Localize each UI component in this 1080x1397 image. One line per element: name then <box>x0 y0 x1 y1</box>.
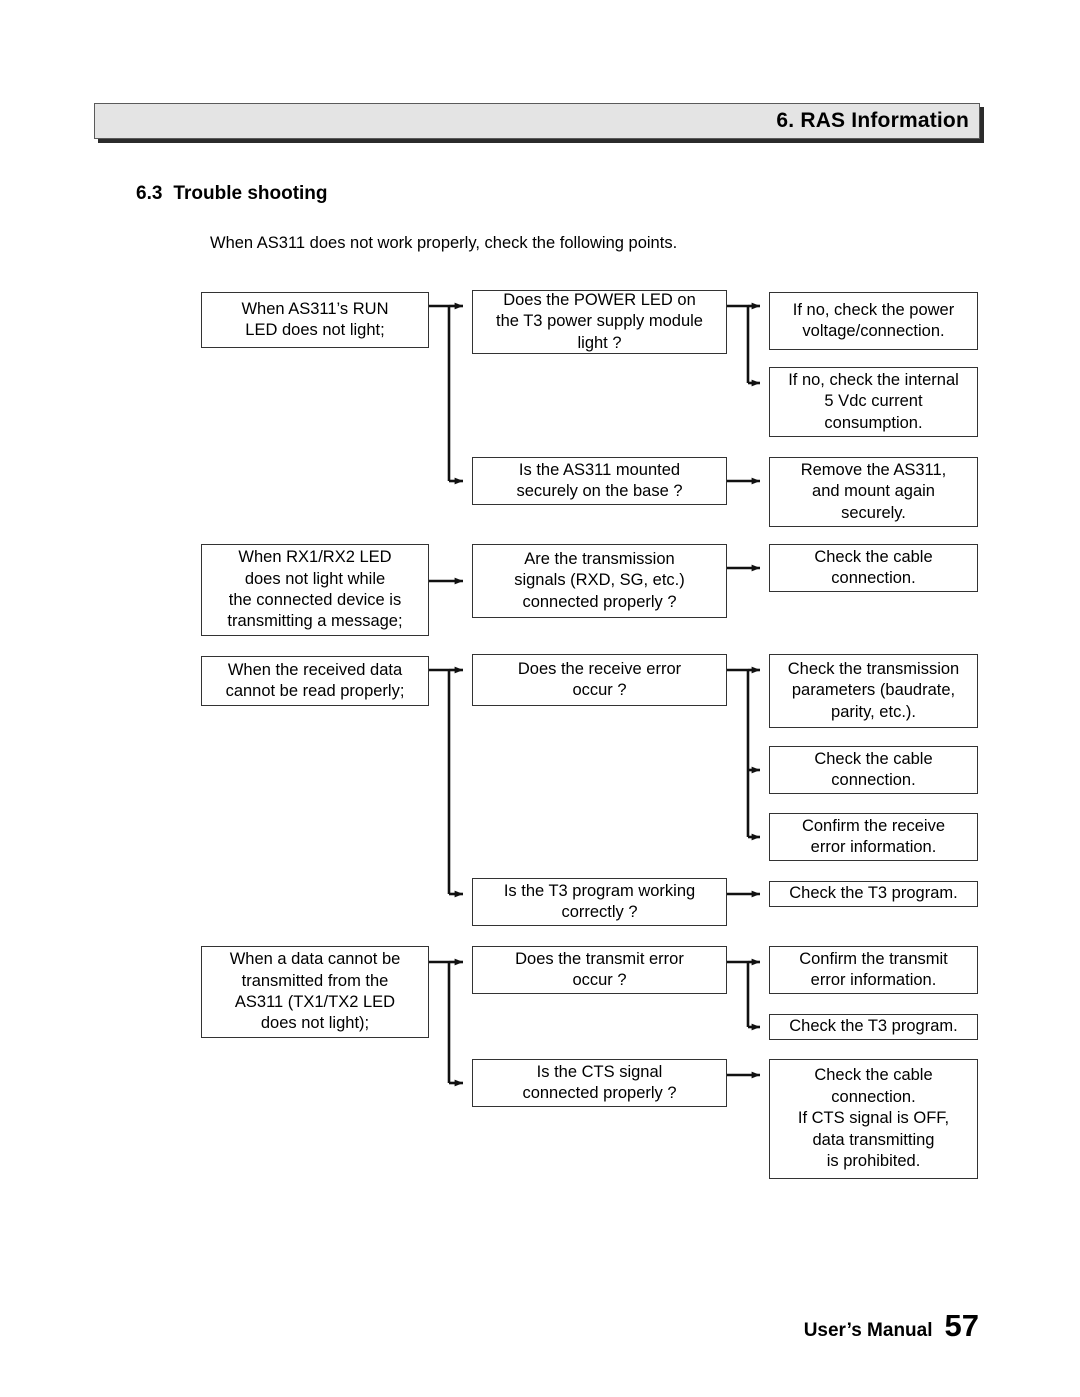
question-text: Is the T3 program working correctly ? <box>503 881 696 921</box>
action-text: Confirm the transmit error information. <box>799 949 948 989</box>
question-text: Is the AS311 mounted securely on the base… <box>516 460 683 500</box>
question-text: Is the CTS signal connected properly ? <box>522 1062 677 1102</box>
question-box: Does the POWER LED on the T3 power supply… <box>472 290 727 354</box>
symptom-text: When the received data cannot be read pro… <box>225 660 405 700</box>
symptom-box: When a data cannot be transmitted from th… <box>201 946 429 1038</box>
question-box: Does the transmit error occur ? <box>472 946 727 994</box>
page-number: 57 <box>944 1308 979 1343</box>
question-text: Are the transmission signals (RXD, SG, et… <box>514 549 685 611</box>
action-box: Remove the AS311, and mount again securely… <box>769 457 978 527</box>
footer-label: User’s Manual <box>803 1320 933 1341</box>
question-box: Are the transmission signals (RXD, SG, et… <box>472 544 727 618</box>
symptom-text: When a data cannot be transmitted from th… <box>229 950 401 1033</box>
action-text: Check the cable connection. <box>814 749 933 789</box>
action-text: If no, check the power voltage/connection… <box>792 300 955 340</box>
action-box: Check the cable connection. If CTS signal … <box>769 1059 978 1179</box>
action-text: If no, check the internal 5 Vdc current co… <box>788 370 959 432</box>
action-box: Check the cable connection. <box>769 746 978 794</box>
question-text: Does the POWER LED on the T3 power supply… <box>496 290 703 352</box>
action-box: Check the transmission parameters (baudra… <box>769 654 978 728</box>
action-box: Confirm the transmit error information. <box>769 946 978 994</box>
action-box: Confirm the receive error information. <box>769 813 978 861</box>
question-box: Is the AS311 mounted securely on the base… <box>472 457 727 505</box>
action-text: Check the cable connection. <box>814 547 933 587</box>
question-text: Does the receive error occur ? <box>517 659 682 699</box>
action-text: Remove the AS311, and mount again securely… <box>800 460 947 522</box>
question-text: Does the transmit error occur ? <box>515 949 684 989</box>
action-box: If no, check the power voltage/connection… <box>769 292 978 350</box>
question-box: Is the T3 program working correctly ? <box>472 878 727 926</box>
troubleshooting-flowchart: When AS311’s RUN LED does not light; Does… <box>0 0 1080 1397</box>
action-box: Check the cable connection. <box>769 544 978 592</box>
question-box: Is the CTS signal connected properly ? <box>472 1059 727 1107</box>
action-text: Check the T3 program. <box>789 884 958 903</box>
action-box: Check the T3 program. <box>769 1014 978 1040</box>
action-text: Check the cable connection. If CTS signal … <box>797 1066 950 1171</box>
page-footer: User’s Manual 57 <box>804 1308 979 1344</box>
symptom-text: When RX1/RX2 LED does not light while the … <box>227 548 403 631</box>
question-box: Does the receive error occur ? <box>472 654 727 706</box>
action-text: Check the T3 program. <box>789 1017 958 1036</box>
symptom-text: When AS311’s RUN LED does not light; <box>241 299 389 339</box>
symptom-box: When AS311’s RUN LED does not light; <box>201 292 429 348</box>
action-text: Check the transmission parameters (baudra… <box>787 659 960 721</box>
action-box: Check the T3 program. <box>769 881 978 907</box>
symptom-box: When RX1/RX2 LED does not light while the … <box>201 544 429 636</box>
symptom-box: When the received data cannot be read pro… <box>201 656 429 706</box>
action-box: If no, check the internal 5 Vdc current co… <box>769 367 978 437</box>
document-page: 6. RAS Information 6.3 Trouble shooting W… <box>0 0 1080 1397</box>
action-text: Confirm the receive error information. <box>801 816 946 856</box>
